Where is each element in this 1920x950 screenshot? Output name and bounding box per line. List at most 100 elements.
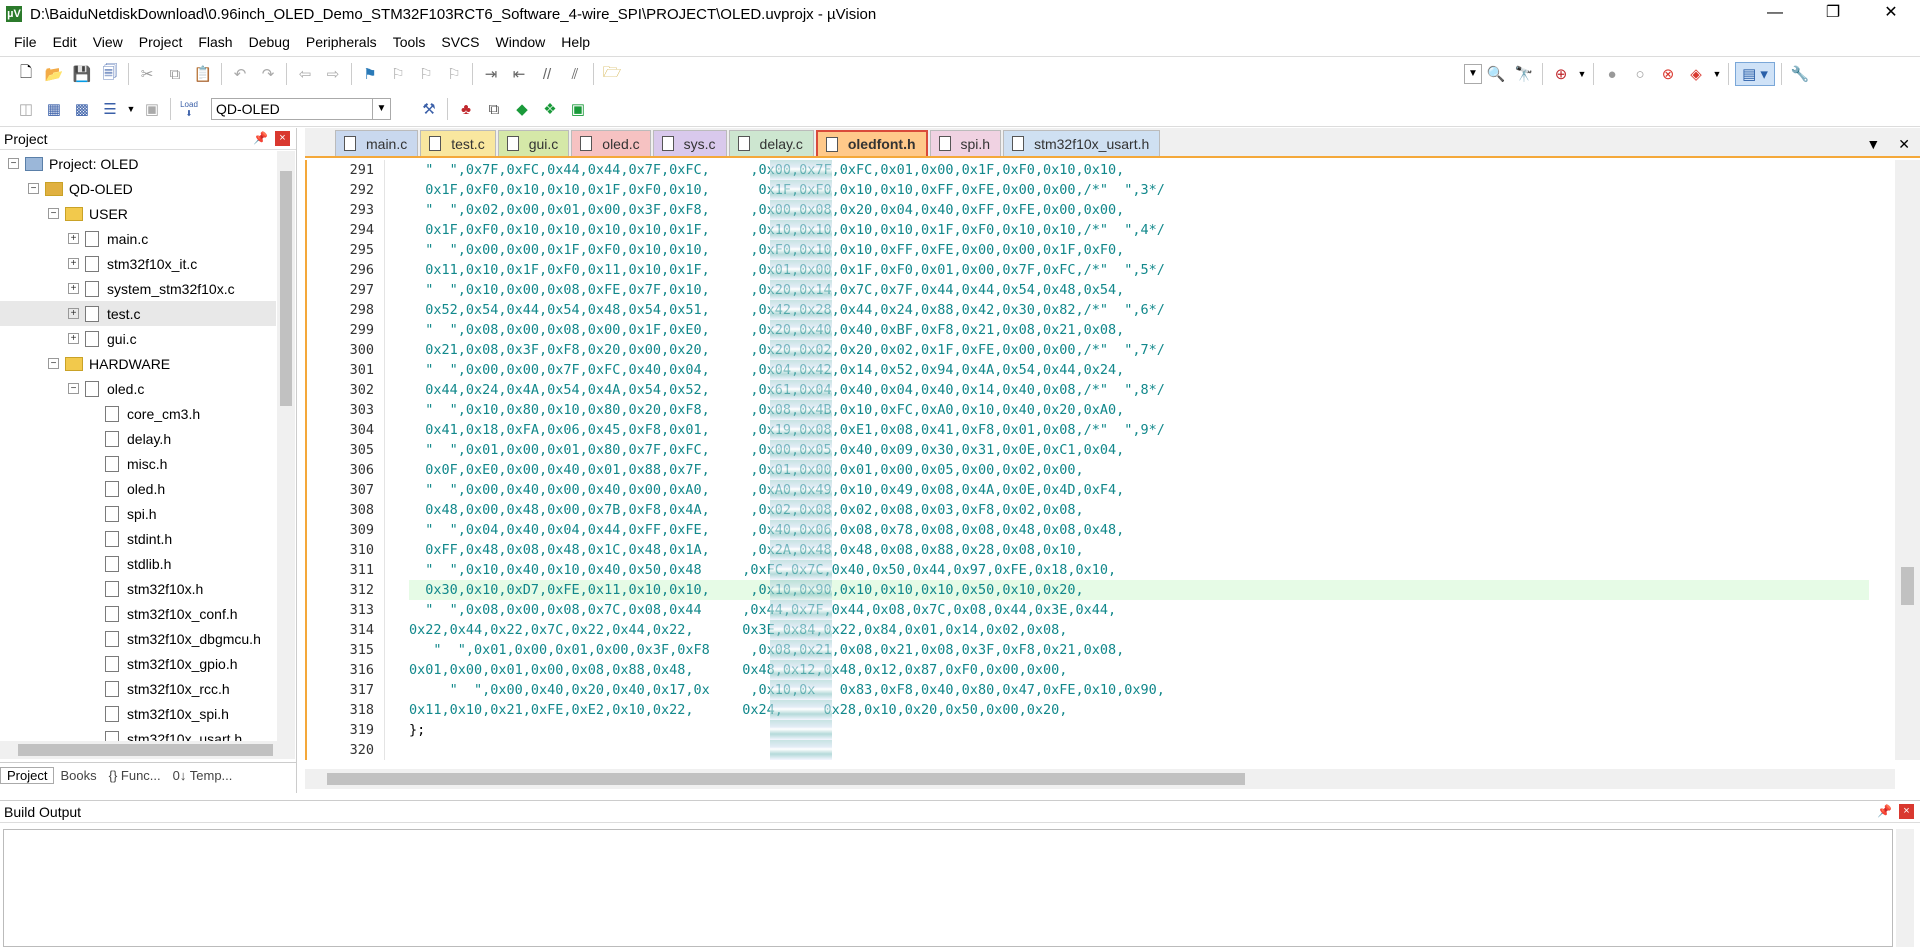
tree-item[interactable]: − QD-OLED bbox=[0, 176, 276, 201]
tree-item[interactable]: − USER bbox=[0, 201, 276, 226]
tree-item[interactable]: + system_stm32f10x.c bbox=[0, 276, 276, 301]
build-output-text[interactable] bbox=[3, 829, 1893, 947]
tree-item[interactable]: misc.h bbox=[0, 451, 276, 476]
tree-item[interactable]: oled.h bbox=[0, 476, 276, 501]
code-line[interactable]: 0x41,0x18,0xFA,0x06,0x45,0xF8,0x01, ,0x1… bbox=[409, 420, 1869, 440]
tree-item[interactable]: + gui.c bbox=[0, 326, 276, 351]
tree-item[interactable]: stm32f10x_gpio.h bbox=[0, 651, 276, 676]
tree-item[interactable]: + test.c bbox=[0, 301, 276, 326]
kill-breakpoints-icon[interactable]: ⊗ bbox=[1656, 62, 1680, 86]
build-icon[interactable]: ▦ bbox=[42, 97, 66, 121]
tree-item[interactable]: spi.h bbox=[0, 501, 276, 526]
tree-item[interactable]: − oled.c bbox=[0, 376, 276, 401]
code-line[interactable]: 0x52,0x54,0x44,0x54,0x48,0x54,0x51, ,0x4… bbox=[409, 300, 1869, 320]
clear-bookmarks-icon[interactable]: ⚐ bbox=[442, 62, 466, 86]
incremental-find-icon[interactable]: 🔭 bbox=[1512, 62, 1536, 86]
batch-build-icon[interactable]: ☰ bbox=[98, 97, 122, 121]
nav-back-icon[interactable]: ⇦ bbox=[293, 62, 317, 86]
code-line[interactable]: " ",0x00,0x00,0x7F,0xFC,0x40,0x04, ,0x04… bbox=[409, 360, 1869, 380]
collapse-icon[interactable]: − bbox=[48, 358, 59, 369]
editor-tab[interactable]: delay.c bbox=[728, 130, 814, 156]
prev-bookmark-icon[interactable]: ⚐ bbox=[386, 62, 410, 86]
expand-icon[interactable]: + bbox=[68, 308, 79, 319]
dropdown-icon[interactable]: ▼ bbox=[1712, 62, 1722, 86]
tree-item[interactable]: delay.h bbox=[0, 426, 276, 451]
disable-breakpoint-icon[interactable]: ○ bbox=[1628, 62, 1652, 86]
debug-session-icon[interactable]: ⊕ bbox=[1549, 62, 1573, 86]
window-layout-icon[interactable]: ▤ ▾ bbox=[1735, 62, 1775, 86]
tree-item[interactable]: + main.c bbox=[0, 226, 276, 251]
copy-icon[interactable]: ⧉ bbox=[163, 62, 187, 86]
find-icon[interactable]: 🔍 bbox=[1484, 62, 1508, 86]
code-line[interactable]: 0x0F,0xE0,0x00,0x40,0x01,0x88,0x7F, ,0x0… bbox=[409, 460, 1869, 480]
pack-installer-icon[interactable]: ◆ bbox=[510, 97, 534, 121]
bookmark-icon[interactable]: ⚑ bbox=[358, 62, 382, 86]
editor-tab[interactable]: oled.c bbox=[571, 130, 651, 156]
tree-item[interactable]: stm32f10x_dbgmcu.h bbox=[0, 626, 276, 651]
code-line[interactable]: " ",0x04,0x40,0x04,0x44,0xFF,0xFE, ,0x40… bbox=[409, 520, 1869, 540]
editor-tab[interactable]: main.c bbox=[335, 130, 419, 156]
next-bookmark-icon[interactable]: ⚐ bbox=[414, 62, 438, 86]
menu-svcs[interactable]: SVCS bbox=[433, 34, 487, 50]
editor-horizontal-scrollbar[interactable] bbox=[305, 769, 1895, 789]
close-tab-icon[interactable]: ✕ bbox=[1898, 136, 1910, 153]
code-line[interactable]: " ",0x00,0x40,0x00,0x40,0x00,0xA0, ,0xA0… bbox=[409, 480, 1869, 500]
code-line[interactable]: 0x22,0x44,0x22,0x7C,0x22,0x44,0x22, 0x3E… bbox=[409, 620, 1869, 640]
unindent-icon[interactable]: ⇤ bbox=[507, 62, 531, 86]
expand-icon[interactable]: + bbox=[68, 333, 79, 344]
code-line[interactable]: " ",0x10,0x00,0x08,0xFE,0x7F,0x10, ,0x20… bbox=[409, 280, 1869, 300]
tab-templates[interactable]: 0↓ Temp... bbox=[167, 768, 239, 783]
find-in-files-icon[interactable]: 🗁 bbox=[600, 62, 624, 86]
scroll-thumb[interactable] bbox=[327, 773, 1245, 785]
collapse-icon[interactable]: − bbox=[8, 158, 19, 169]
tree-item[interactable]: stdlib.h bbox=[0, 551, 276, 576]
save-all-icon[interactable]: 🗐 bbox=[98, 62, 122, 86]
expand-icon[interactable]: + bbox=[68, 283, 79, 294]
tree-item[interactable]: stm32f10x_spi.h bbox=[0, 701, 276, 726]
editor-tab[interactable]: sys.c bbox=[652, 130, 727, 156]
collapse-icon[interactable]: − bbox=[48, 208, 59, 219]
code-line[interactable] bbox=[409, 740, 1869, 760]
menu-view[interactable]: View bbox=[85, 34, 131, 50]
code-line[interactable]: " ",0x10,0x80,0x10,0x80,0x20,0xF8, ,0x08… bbox=[409, 400, 1869, 420]
tab-project[interactable]: Project bbox=[0, 767, 55, 784]
trace-icon[interactable]: ◈ bbox=[1684, 62, 1708, 86]
minimize-button[interactable]: — bbox=[1746, 0, 1804, 28]
code-line[interactable]: 0x11,0x10,0x21,0xFE,0xE2,0x10,0x22, 0x24… bbox=[409, 700, 1869, 720]
code-line[interactable]: 0x1F,0xF0,0x10,0x10,0x1F,0xF0,0x10, 0x1F… bbox=[409, 180, 1869, 200]
target-options-icon[interactable]: ⚒ bbox=[417, 97, 441, 121]
file-extensions-icon[interactable]: ⧉ bbox=[482, 97, 506, 121]
close-window-button[interactable]: ✕ bbox=[1862, 0, 1920, 28]
tree-item[interactable]: + stm32f10x_it.c bbox=[0, 251, 276, 276]
tree-item[interactable]: − Project: OLED bbox=[0, 151, 276, 176]
load-icon[interactable]: Load ⬇ bbox=[177, 97, 201, 121]
expand-icon[interactable]: + bbox=[68, 233, 79, 244]
rebuild-icon[interactable]: ▩ bbox=[70, 97, 94, 121]
code-line[interactable]: 0x1F,0xF0,0x10,0x10,0x10,0x10,0x1F, ,0x1… bbox=[409, 220, 1869, 240]
stop-build-icon[interactable]: ▣ bbox=[140, 97, 164, 121]
new-file-icon[interactable]: 🗋 bbox=[14, 62, 38, 86]
editor-tab[interactable]: test.c bbox=[420, 130, 496, 156]
save-icon[interactable]: 💾 bbox=[70, 62, 94, 86]
editor-vertical-scrollbar[interactable] bbox=[1895, 160, 1920, 760]
open-file-icon[interactable]: 📂 bbox=[42, 62, 66, 86]
code-lines[interactable]: " ",0x7F,0xFC,0x44,0x44,0x7F,0xFC, ,0x00… bbox=[409, 160, 1869, 760]
build-output-scrollbar[interactable] bbox=[1896, 829, 1914, 947]
code-line[interactable]: " ",0x00,0x40,0x20,0x40,0x17,0x ,0x10,0x… bbox=[409, 680, 1869, 700]
code-line[interactable]: 0x44,0x24,0x4A,0x54,0x4A,0x54,0x52, ,0x6… bbox=[409, 380, 1869, 400]
tree-item[interactable]: − HARDWARE bbox=[0, 351, 276, 376]
code-line[interactable]: 0x01,0x00,0x01,0x00,0x08,0x88,0x48, 0x48… bbox=[409, 660, 1869, 680]
cut-icon[interactable]: ✂ bbox=[135, 62, 159, 86]
code-line[interactable]: " ",0x02,0x00,0x01,0x00,0x3F,0xF8, ,0x00… bbox=[409, 200, 1869, 220]
expand-icon[interactable]: + bbox=[68, 258, 79, 269]
find-dropdown[interactable]: ▼ bbox=[1464, 64, 1482, 84]
manage-components-icon[interactable]: ♣ bbox=[454, 97, 478, 121]
menu-peripherals[interactable]: Peripherals bbox=[298, 34, 385, 50]
code-line[interactable]: 0x30,0x10,0xD7,0xFE,0x11,0x10,0x10, ,0x1… bbox=[409, 580, 1869, 600]
tree-item[interactable]: stm32f10x_usart.h bbox=[0, 726, 276, 741]
code-line[interactable]: 0x48,0x00,0x48,0x00,0x7B,0xF8,0x4A, ,0x0… bbox=[409, 500, 1869, 520]
code-line[interactable]: " ",0x01,0x00,0x01,0x00,0x3F,0xF8 ,0x08,… bbox=[409, 640, 1869, 660]
editor-tab[interactable]: spi.h bbox=[929, 130, 1002, 156]
tab-functions[interactable]: {} Func... bbox=[103, 768, 167, 783]
editor-tab[interactable]: stm32f10x_usart.h bbox=[1003, 130, 1161, 156]
